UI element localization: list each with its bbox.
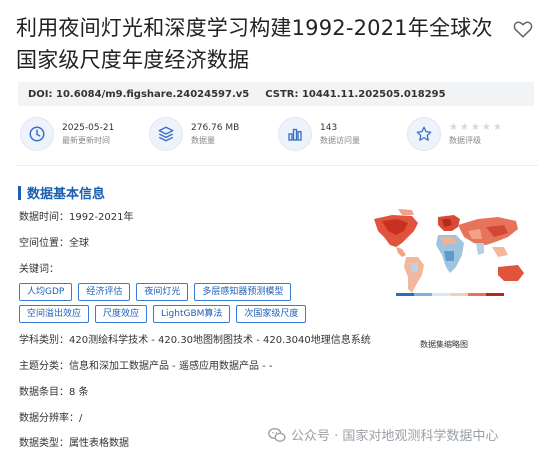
keyword-tags: 人均GDP 经济评估 夜间灯光 多层感知器预测模型 空间溢出效应 尺度效应 Li… bbox=[19, 283, 319, 327]
stat-label: 数据量 bbox=[191, 135, 215, 145]
info-label: 数据时间： bbox=[19, 212, 69, 223]
info-label: 学科类别： bbox=[19, 335, 69, 346]
info-theme-row: 主题分类：信息和深加工数据产品 - 遥感应用数据产品 - - bbox=[19, 360, 273, 374]
keyword-tag[interactable]: 多层感知器预测模型 bbox=[194, 283, 292, 301]
cstr-label: CSTR: bbox=[265, 88, 299, 100]
clock-icon bbox=[20, 117, 54, 151]
keyword-tag[interactable]: 人均GDP bbox=[19, 283, 73, 301]
section-title: 数据基本信息 bbox=[27, 187, 106, 202]
stat-label: 数据评级 bbox=[449, 135, 481, 145]
info-value: / bbox=[79, 413, 83, 424]
star-icon bbox=[407, 117, 441, 151]
section-header: 数据基本信息 bbox=[18, 183, 105, 202]
divider bbox=[16, 165, 538, 166]
info-value: 1992-2021年 bbox=[69, 212, 134, 223]
info-label: 空间位置： bbox=[19, 238, 69, 249]
info-value: 信息和深加工数据产品 - 遥感应用数据产品 - - bbox=[69, 361, 273, 372]
info-count-row: 数据条目：8 条 bbox=[19, 386, 89, 400]
stat-update-time: 2025-05-21 最新更新时间 bbox=[18, 116, 147, 152]
info-label: 主题分类： bbox=[19, 361, 69, 372]
keyword-tag[interactable]: LightGBM算法 bbox=[153, 305, 231, 323]
info-subject-row: 学科类别：420测绘科学技术 - 420.30地图制图技术 - 420.3040… bbox=[19, 334, 371, 348]
info-label: 数据条目： bbox=[19, 387, 69, 398]
rating-star-icon[interactable]: ★ bbox=[482, 122, 491, 134]
keyword-tag[interactable]: 尺度效应 bbox=[95, 305, 148, 323]
info-label: 数据分辨率： bbox=[19, 413, 79, 424]
stat-value: 143 bbox=[320, 122, 338, 133]
info-value: 420测绘科学技术 - 420.30地图制图技术 - 420.3040地理信息系… bbox=[69, 335, 371, 346]
info-keywords-label: 关键词： bbox=[19, 263, 59, 277]
keyword-tag[interactable]: 经济评估 bbox=[78, 283, 131, 301]
keyword-tag[interactable]: 夜间灯光 bbox=[136, 283, 189, 301]
rating-star-icon[interactable]: ★ bbox=[493, 122, 502, 134]
dataset-title: 利用夜间灯光和深度学习构建1992-2021年全球次国家级尺度年度经济数据 bbox=[16, 16, 493, 72]
cstr-value[interactable]: 10441.11.202505.018295 bbox=[302, 89, 446, 100]
keyword-tag[interactable]: 次国家级尺度 bbox=[236, 305, 307, 323]
rating-star-icon[interactable]: ★ bbox=[460, 122, 469, 134]
stat-data-size: 276.76 MB 数据量 bbox=[147, 116, 276, 152]
watermark-text: 公众号 · 国家对地观测科学数据中心 bbox=[291, 429, 499, 444]
layers-icon bbox=[149, 117, 183, 151]
stats-bar: 2025-05-21 最新更新时间 276.76 MB 数据量 143 数据访问… bbox=[18, 116, 534, 152]
stat-rating: ★ ★ ★ ★ ★ 数据评级 bbox=[405, 116, 534, 152]
thumbnail-caption: 数据集缩略图 bbox=[420, 340, 468, 349]
keyword-tag[interactable]: 空间溢出效应 bbox=[19, 305, 90, 323]
info-label: 关键词： bbox=[19, 264, 59, 275]
doi-value[interactable]: 10.6084/m9.figshare.24024597.v5 bbox=[56, 89, 249, 100]
info-value: 8 条 bbox=[69, 387, 89, 398]
watermark: 公众号 · 国家对地观测科学数据中心 bbox=[268, 425, 498, 444]
rating-star-icon[interactable]: ★ bbox=[471, 122, 480, 134]
favorite-heart-icon[interactable] bbox=[512, 18, 534, 40]
stat-value: 2025-05-21 bbox=[62, 122, 115, 133]
rating-stars[interactable]: ★ ★ ★ ★ ★ bbox=[449, 122, 502, 134]
info-resolution-row: 数据分辨率：/ bbox=[19, 412, 82, 426]
stat-value: 276.76 MB bbox=[191, 122, 240, 133]
stat-label: 最新更新时间 bbox=[62, 135, 110, 145]
section-accent-bar bbox=[18, 185, 21, 200]
info-label: 数据类型： bbox=[19, 438, 69, 449]
info-time-row: 数据时间：1992-2021年 bbox=[19, 211, 134, 225]
rating-star-icon[interactable]: ★ bbox=[449, 122, 458, 134]
info-type-row: 数据类型：属性表格数据 bbox=[19, 437, 129, 451]
wechat-icon bbox=[268, 427, 286, 442]
doi-bar: DOI: 10.6084/m9.figshare.24024597.v5 CST… bbox=[18, 82, 534, 106]
stat-access-count: 143 数据访问量 bbox=[276, 116, 405, 152]
stat-label: 数据访问量 bbox=[320, 135, 360, 145]
info-value: 全球 bbox=[69, 238, 89, 249]
doi-label: DOI: bbox=[28, 88, 53, 100]
dataset-thumbnail-map[interactable] bbox=[368, 207, 532, 303]
bar-chart-icon bbox=[278, 117, 312, 151]
info-location-row: 空间位置：全球 bbox=[19, 237, 89, 251]
info-value: 属性表格数据 bbox=[69, 438, 129, 449]
